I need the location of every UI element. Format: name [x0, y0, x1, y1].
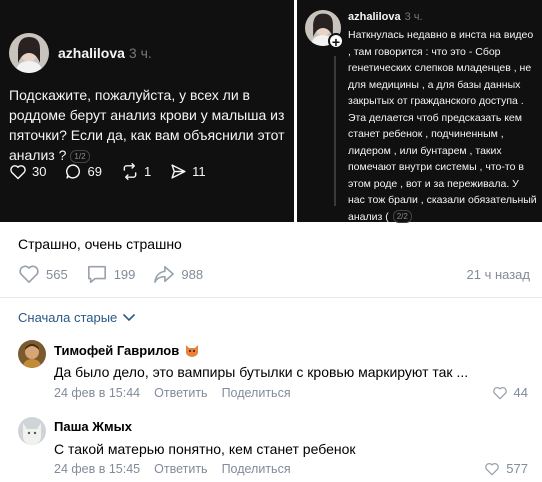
cat-badge-icon [186, 345, 199, 357]
post-like-count: 565 [46, 266, 68, 282]
author-username[interactable]: azhalilova 3 ч. [58, 45, 152, 61]
comment-meta: 24 фев в 15:44 Ответить Поделиться [54, 386, 305, 400]
comment-text: С такой матерью понятно, кем станет ребе… [54, 441, 356, 457]
comment-text: Да было дело, это вампиры бутылки с кров… [54, 364, 469, 380]
post-time-ago: 21 ч назад [466, 266, 531, 282]
like-stat[interactable]: 30 [9, 164, 46, 180]
repost-count: 1 [143, 164, 152, 179]
sort-label: Сначала старые [18, 310, 118, 325]
post-time-2: 3 ч. [404, 11, 423, 23]
comments-sort-dropdown[interactable]: Сначала старые [18, 310, 136, 325]
comment-bubble-icon [66, 164, 81, 179]
reply-link[interactable]: Ответить [154, 462, 207, 476]
post-comment-button[interactable]: 199 [86, 264, 136, 284]
repost-icon [123, 163, 137, 180]
commenter-avatar[interactable] [18, 417, 46, 445]
share-arrow-icon [154, 265, 175, 283]
post-caption: Страшно, очень страшно [18, 236, 182, 252]
commenter-name[interactable]: Тимофей Гаврилов [54, 343, 199, 358]
share-count: 11 [192, 164, 206, 179]
page-indicator-2: 2/2 [392, 210, 412, 224]
post-stats: 30 69 1 11 [9, 163, 225, 180]
threads-post-screenshot-1: azhalilova 3 ч. Подскажите, пожалуйста, у… [0, 0, 294, 222]
post-actions-bar: 565 199 988 21 ч назад [18, 263, 530, 285]
post-like-button[interactable]: 565 [18, 264, 68, 284]
heart-icon [492, 386, 507, 399]
send-icon [171, 164, 186, 179]
post-text-2: Наткнулась недавно в инста на видео , та… [348, 29, 537, 224]
commenter-name[interactable]: Паша Жмых [54, 419, 132, 434]
post-comment-count: 199 [113, 266, 136, 282]
comment-stat[interactable]: 69 [65, 163, 102, 180]
heart-icon [485, 462, 500, 475]
reply-link[interactable]: Ответить [154, 386, 207, 400]
share-link[interactable]: Поделиться [222, 386, 291, 400]
comment-like-count: 577 [506, 461, 528, 476]
thread-line [334, 56, 336, 206]
post-share-count: 988 [181, 266, 204, 282]
comment-date[interactable]: 24 фев в 15:45 [54, 462, 140, 476]
share-stat[interactable]: 11 [170, 163, 206, 180]
share-link[interactable]: Поделиться [222, 462, 291, 476]
comment-count: 69 [87, 164, 102, 179]
heart-icon [19, 265, 39, 283]
comment-like-button[interactable]: 44 [492, 385, 528, 400]
like-count: 30 [32, 164, 47, 179]
comment-icon [87, 265, 106, 283]
author-username-2[interactable]: azhalilova 3 ч. [348, 11, 423, 23]
section-divider [0, 297, 542, 298]
follow-plus-icon[interactable]: + [328, 33, 344, 50]
commenter-avatar[interactable] [18, 340, 46, 368]
repost-stat[interactable]: 1 [121, 163, 151, 180]
post-time: 3 ч. [128, 45, 152, 61]
author-avatar[interactable] [9, 33, 49, 73]
comment-like-button[interactable]: 577 [484, 461, 528, 476]
post-share-button[interactable]: 988 [153, 264, 203, 284]
comment-date[interactable]: 24 фев в 15:44 [54, 386, 140, 400]
comment-meta: 24 фев в 15:45 Ответить Поделиться [54, 462, 305, 476]
page-indicator: 1/2 [70, 149, 90, 163]
comment-like-count: 44 [513, 385, 528, 400]
chevron-down-icon [123, 313, 136, 321]
post-text: Подскажите, пожалуйста, у всех ли в родд… [9, 87, 285, 163]
heart-icon [10, 164, 26, 179]
